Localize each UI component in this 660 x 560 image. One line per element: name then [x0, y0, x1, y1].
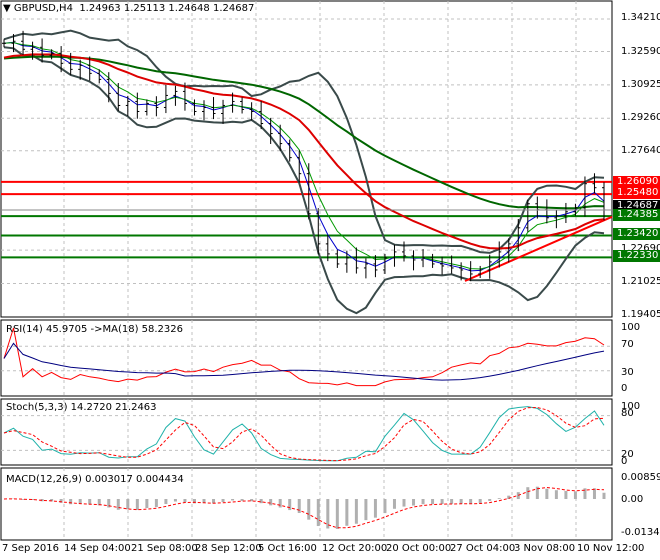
ma-fast: [3, 41, 605, 272]
ma-slow-green: [3, 55, 605, 210]
open-price: 1.24963: [79, 3, 121, 14]
rsi-tick: 30: [621, 367, 634, 378]
macd-tick: 0.008594: [621, 472, 660, 483]
low-price: 1.24648: [168, 3, 210, 14]
time-tick: 28 Sep 12:00: [195, 543, 262, 554]
rsi-tick: 100: [621, 322, 641, 333]
symbol-label: GBPUSD,H4: [13, 3, 73, 14]
stoch-label: Stoch(5,3,3) 14.2720 21.2463: [6, 402, 157, 413]
pane-border: [0, 0, 613, 318]
price-tick: 1.27640: [621, 145, 660, 156]
bollinger-lower: [3, 46, 605, 315]
macd-label: MACD(12,26,9) 0.003017 0.004434: [6, 474, 184, 485]
bollinger-upper: [3, 29, 605, 254]
time-tick: 3 Nov 08:00: [514, 543, 576, 554]
trend-line: [464, 215, 613, 282]
rsi-tick: 0: [621, 383, 628, 394]
high-price: 1.25113: [123, 3, 166, 14]
level-tag: 1.24385: [613, 209, 660, 221]
price-tick: 1.21025: [621, 276, 660, 287]
price-tick: 1.32590: [621, 46, 660, 57]
chart-window: ▼ GBPUSD,H4 1.24963 1.25113 1.24648 1.24…: [0, 0, 660, 560]
dropdown-triangle-icon[interactable]: ▼: [3, 3, 14, 14]
rsi-line: [3, 327, 605, 387]
time-tick: 20 Oct 00:00: [386, 543, 452, 554]
price-tick: 1.34210: [621, 12, 660, 23]
time-tick: 12 Oct 20:00: [322, 543, 388, 554]
rsi-tick: 70: [621, 339, 634, 350]
time-tick: 7 Sep 2016: [2, 543, 60, 554]
price-tick: 1.19405: [621, 309, 660, 320]
rsi-ma-line: [3, 342, 605, 381]
stoch-tick: 0: [621, 456, 628, 467]
macd-signal-line: [3, 486, 605, 529]
time-tick: 5 Oct 16:00: [258, 543, 317, 554]
price-tick: 1.30925: [621, 79, 660, 90]
rsi-label: RSI(14) 45.9705 ->MA(18) 58.2326: [6, 324, 183, 335]
time-tick: 10 Nov 12:00: [577, 543, 645, 554]
level-tag: 1.23420: [613, 228, 660, 240]
time-tick: 21 Sep 08:00: [131, 543, 198, 554]
time-tick: 27 Oct 04:00: [450, 543, 516, 554]
chart-header: ▼ GBPUSD,H4 1.24963 1.25113 1.24648 1.24…: [3, 3, 254, 14]
close-price: 1.24687: [212, 3, 255, 14]
macd-tick: 0.00: [621, 494, 644, 505]
time-tick: 14 Sep 04:00: [64, 543, 131, 554]
price-tick: 1.29260: [621, 112, 660, 123]
macd-tick: -0.013407: [621, 527, 660, 538]
stoch-tick: 80: [621, 408, 634, 419]
level-tag: 1.22330: [613, 250, 660, 262]
level-tag: 1.25480: [613, 187, 660, 199]
